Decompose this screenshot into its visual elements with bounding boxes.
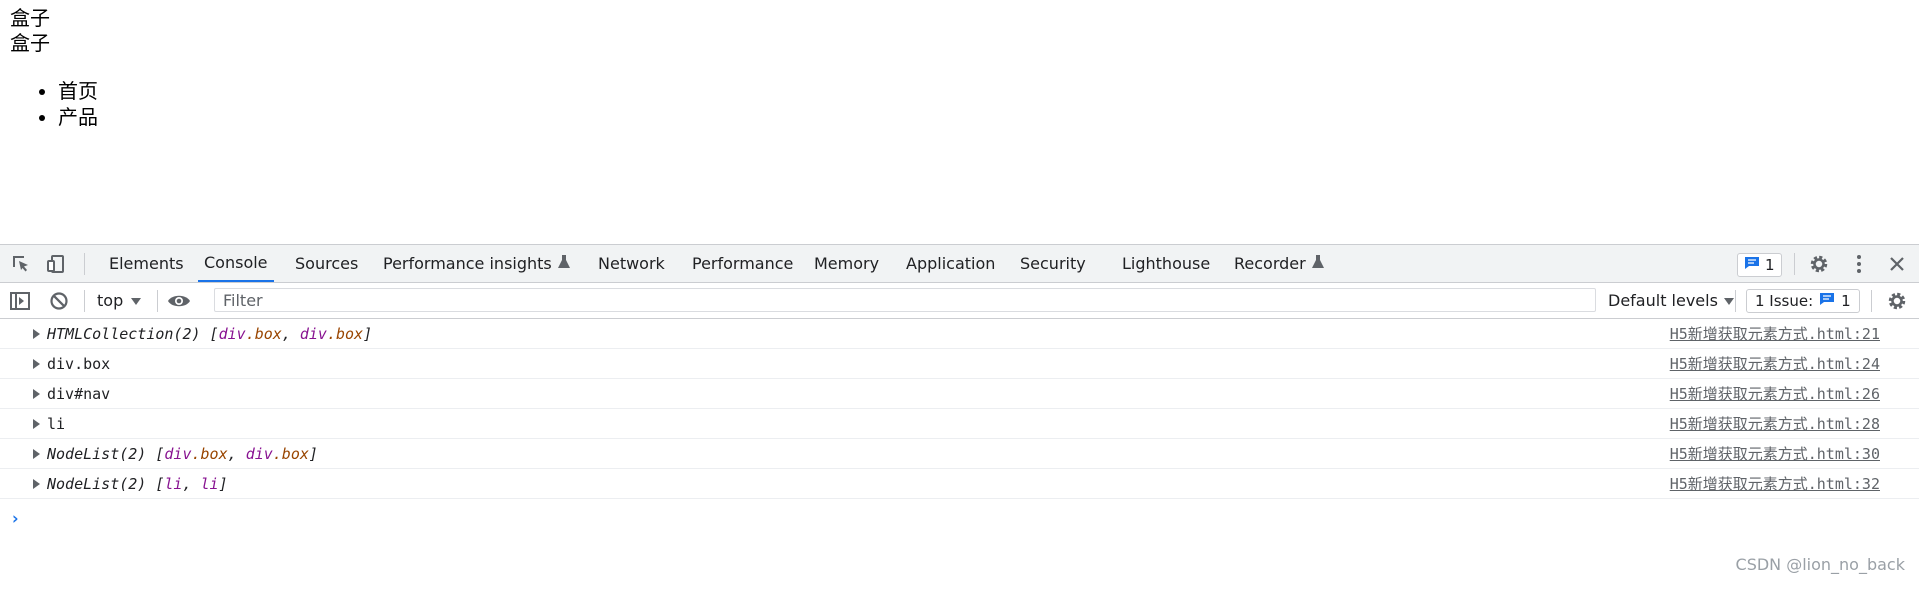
close-icon[interactable] xyxy=(1885,252,1909,276)
device-toolbar-icon[interactable] xyxy=(45,253,67,275)
tab-console[interactable]: Console xyxy=(198,245,274,282)
expand-triangle-icon[interactable] xyxy=(33,329,40,339)
console-token: ] xyxy=(218,474,228,493)
message-icon xyxy=(1744,256,1760,274)
log-levels-dropdown[interactable]: Default levels xyxy=(1608,283,1734,318)
toolbar-divider xyxy=(1735,290,1736,312)
console-token: div xyxy=(164,444,192,463)
tab-performance[interactable]: Performance xyxy=(686,245,799,282)
console-message: div.box xyxy=(47,355,110,373)
console-message: HTMLCollection(2) [div.box, div.box] xyxy=(47,325,372,343)
tab-memory[interactable]: Memory xyxy=(808,245,885,282)
tab-application[interactable]: Application xyxy=(900,245,1001,282)
console-token: ] xyxy=(308,444,318,463)
expand-triangle-icon[interactable] xyxy=(33,389,40,399)
tab-security[interactable]: Security xyxy=(1014,245,1092,282)
flask-icon xyxy=(557,254,570,273)
console-row[interactable]: HTMLCollection(2) [div.box, div.box] H5新增… xyxy=(0,319,1919,349)
flask-icon xyxy=(1311,254,1324,273)
source-link[interactable]: H5新增获取元素方式.html:21 xyxy=(1670,323,1880,344)
sidebar-toggle-icon[interactable] xyxy=(9,290,31,312)
console-message: li xyxy=(47,415,65,433)
console-row[interactable]: NodeList(2) [li, li] H5新增获取元素方式.html:32 xyxy=(0,469,1919,499)
console-prompt-row[interactable]: › xyxy=(0,499,1919,529)
tab-elements[interactable]: Elements xyxy=(103,245,190,282)
more-options-icon[interactable] xyxy=(1847,252,1871,276)
toolbar-divider xyxy=(157,290,158,312)
console-token: div xyxy=(299,324,327,343)
tab-sources[interactable]: Sources xyxy=(289,245,364,282)
nav-item-home[interactable]: 首页 xyxy=(58,78,98,104)
toolbar-divider xyxy=(84,290,85,312)
clear-console-icon[interactable] xyxy=(48,290,70,312)
nav-item-product[interactable]: 产品 xyxy=(58,104,98,130)
expand-triangle-icon[interactable] xyxy=(33,419,40,429)
issues-button[interactable]: 1 Issue: 1 xyxy=(1746,289,1860,313)
console-token: .box xyxy=(245,324,282,343)
console-token: .box xyxy=(272,444,309,463)
console-token: , xyxy=(281,324,300,343)
message-icon xyxy=(1819,292,1835,310)
console-settings-gear-icon[interactable] xyxy=(1885,289,1909,313)
source-link[interactable]: H5新增获取元素方式.html:26 xyxy=(1670,383,1880,404)
tabbar-divider xyxy=(1794,253,1795,275)
source-link[interactable]: H5新增获取元素方式.html:32 xyxy=(1670,473,1880,494)
devtools-panel: Elements Console Sources Performance ins… xyxy=(0,244,1919,590)
tab-recorder[interactable]: Recorder xyxy=(1228,245,1330,282)
console-token: div xyxy=(218,324,246,343)
console-row[interactable]: div#nav H5新增获取元素方式.html:26 xyxy=(0,379,1919,409)
expand-triangle-icon[interactable] xyxy=(33,479,40,489)
console-message: NodeList(2) [div.box, div.box] xyxy=(47,445,318,463)
eye-icon[interactable] xyxy=(166,290,192,312)
context-selector[interactable]: top xyxy=(97,283,142,318)
box-2: 盒子 xyxy=(10,31,50,55)
filter-input[interactable] xyxy=(214,288,1596,312)
console-token: NodeList(2) [ xyxy=(47,444,165,463)
nav-list: 首页 产品 xyxy=(0,78,98,130)
console-token: NodeList(2) [ xyxy=(47,474,165,493)
tab-network[interactable]: Network xyxy=(592,245,671,282)
console-row[interactable]: div.box H5新增获取元素方式.html:24 xyxy=(0,349,1919,379)
toolbar-divider xyxy=(1871,290,1872,312)
console-token: .box xyxy=(326,324,364,343)
console-message: NodeList(2) [li, li] xyxy=(47,475,228,493)
tab-lighthouse[interactable]: Lighthouse xyxy=(1116,245,1216,282)
gear-icon[interactable] xyxy=(1807,252,1831,276)
console-row[interactable]: li H5新增获取元素方式.html:28 xyxy=(0,409,1919,439)
source-link[interactable]: H5新增获取元素方式.html:30 xyxy=(1670,443,1880,464)
console-token: div#nav xyxy=(47,384,111,403)
console-token: .box xyxy=(191,444,228,463)
console-token: div.box xyxy=(47,354,111,373)
console-token: li xyxy=(47,414,66,433)
page-viewport: 盒子 盒子 首页 产品 xyxy=(0,0,1919,244)
source-link[interactable]: H5新增获取元素方式.html:24 xyxy=(1670,353,1880,374)
tab-performance-insights[interactable]: Performance insights xyxy=(377,245,576,282)
console-token: li xyxy=(200,474,219,493)
console-message: div#nav xyxy=(47,385,110,403)
dropdown-arrow-icon xyxy=(1723,291,1734,310)
console-output: HTMLCollection(2) [div.box, div.box] H5新增… xyxy=(0,319,1919,529)
console-token: , xyxy=(227,444,246,463)
console-token: , xyxy=(182,474,201,493)
console-token: div xyxy=(245,444,273,463)
console-token: li xyxy=(164,474,183,493)
console-prompt[interactable]: › xyxy=(10,509,20,529)
source-link[interactable]: H5新增获取元素方式.html:28 xyxy=(1670,413,1880,434)
dropdown-arrow-icon xyxy=(131,291,142,310)
devtools-tabbar: Elements Console Sources Performance ins… xyxy=(0,245,1919,283)
expand-triangle-icon[interactable] xyxy=(33,449,40,459)
watermark: CSDN @lion_no_back xyxy=(1735,555,1905,574)
console-token: ] xyxy=(363,324,373,343)
console-toolbar: top Default levels 1 Issue: 1 xyxy=(0,283,1919,319)
messages-badge[interactable]: 1 xyxy=(1737,253,1782,277)
tabbar-divider xyxy=(84,253,85,275)
inspect-element-icon[interactable] xyxy=(10,253,32,275)
console-token: HTMLCollection(2) [ xyxy=(47,324,219,343)
expand-triangle-icon[interactable] xyxy=(33,359,40,369)
console-row[interactable]: NodeList(2) [div.box, div.box] H5新增获取元素方式… xyxy=(0,439,1919,469)
box-1: 盒子 xyxy=(10,6,50,30)
